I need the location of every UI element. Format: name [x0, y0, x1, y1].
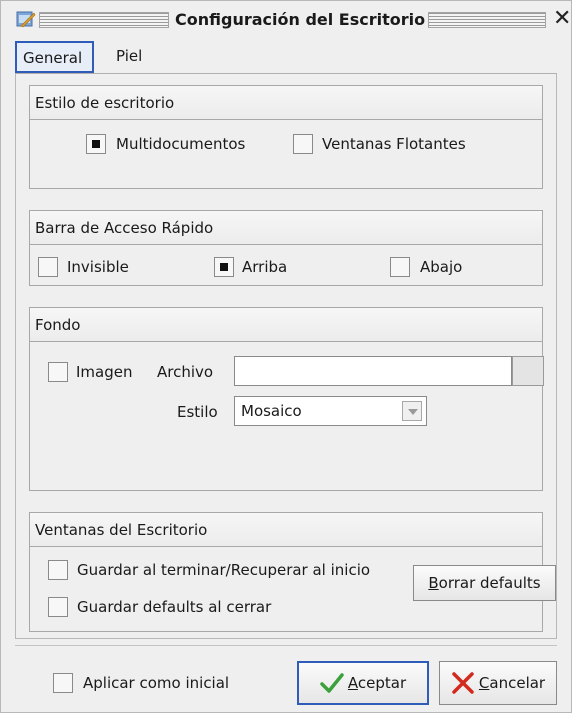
- guardar-defaults-label: Guardar defaults al cerrar: [77, 598, 272, 616]
- aceptar-mnemonic: A: [347, 674, 358, 692]
- cancelar-mnemonic: C: [478, 674, 490, 692]
- archivo-input[interactable]: [234, 356, 512, 386]
- combo-arrow-icon[interactable]: [402, 401, 422, 421]
- estilo-group: Estilo de escritorio Multidocumentos Ven…: [29, 85, 543, 189]
- fondo-header: Fondo: [30, 308, 542, 342]
- fondo-group: Fondo Imagen Archivo Estilo Mosaico: [29, 307, 544, 491]
- guardar-defaults-checkbox[interactable]: [48, 597, 68, 617]
- tab-piel[interactable]: Piel: [110, 41, 148, 73]
- cancelar-button[interactable]: Cancelar: [439, 661, 557, 705]
- cross-icon: [452, 672, 474, 694]
- close-icon[interactable]: ✕: [553, 7, 571, 31]
- tab-general[interactable]: General: [15, 41, 94, 73]
- title-grip-left: [39, 12, 169, 28]
- invisible-label: Invisible: [67, 258, 129, 276]
- aplicar-inicial-label: Aplicar como inicial: [83, 674, 230, 692]
- aceptar-button[interactable]: Aceptar: [297, 661, 429, 705]
- title-bar[interactable]: Configuración del Escritorio ✕: [1, 1, 571, 37]
- estilo-header: Estilo de escritorio: [30, 86, 542, 120]
- ventanas-group: Ventanas del Escritorio Guardar al termi…: [29, 512, 556, 632]
- title-grip-right: [428, 12, 546, 28]
- window-title: Configuración del Escritorio: [175, 10, 426, 29]
- imagen-checkbox[interactable]: [48, 362, 68, 382]
- multidocumentos-label: Multidocumentos: [116, 135, 246, 153]
- barra-group: Barra de Acceso Rápido Invisible Arriba …: [29, 210, 543, 286]
- estilo-select-value: Mosaico: [241, 402, 302, 420]
- aplicar-inicial-checkbox[interactable]: [53, 673, 73, 693]
- estilo-label: Estilo: [177, 403, 218, 421]
- invisible-checkbox[interactable]: [38, 257, 58, 277]
- multidocumentos-checkbox[interactable]: [86, 134, 106, 154]
- configuration-dialog: Configuración del Escritorio ✕ General P…: [0, 0, 572, 713]
- archivo-browse-button[interactable]: [512, 356, 544, 386]
- ventanas-flotantes-checkbox[interactable]: [293, 134, 313, 154]
- arriba-checkbox[interactable]: [214, 257, 234, 277]
- borrar-mnemonic: B: [428, 574, 439, 592]
- ventanas-header: Ventanas del Escritorio: [30, 513, 542, 547]
- guardar-terminar-checkbox[interactable]: [48, 560, 68, 580]
- footer-divider: [15, 645, 557, 646]
- barra-header: Barra de Acceso Rápido: [30, 211, 542, 245]
- aceptar-label: ceptar: [357, 674, 407, 692]
- archivo-label: Archivo: [157, 363, 214, 381]
- estilo-select[interactable]: Mosaico: [234, 396, 427, 426]
- borrar-defaults-button[interactable]: Borrar defaults: [413, 565, 556, 601]
- abajo-checkbox[interactable]: [390, 257, 410, 277]
- imagen-label: Imagen: [76, 363, 133, 381]
- arriba-label: Arriba: [242, 258, 288, 276]
- abajo-label: Abajo: [420, 258, 463, 276]
- check-icon: [320, 673, 344, 693]
- cancelar-label: ancelar: [489, 674, 546, 692]
- app-icon: [16, 11, 36, 28]
- borrar-label: orrar defaults: [438, 574, 541, 592]
- ventanas-flotantes-label: Ventanas Flotantes: [322, 135, 466, 153]
- guardar-terminar-label: Guardar al terminar/Recuperar al inicio: [77, 561, 371, 579]
